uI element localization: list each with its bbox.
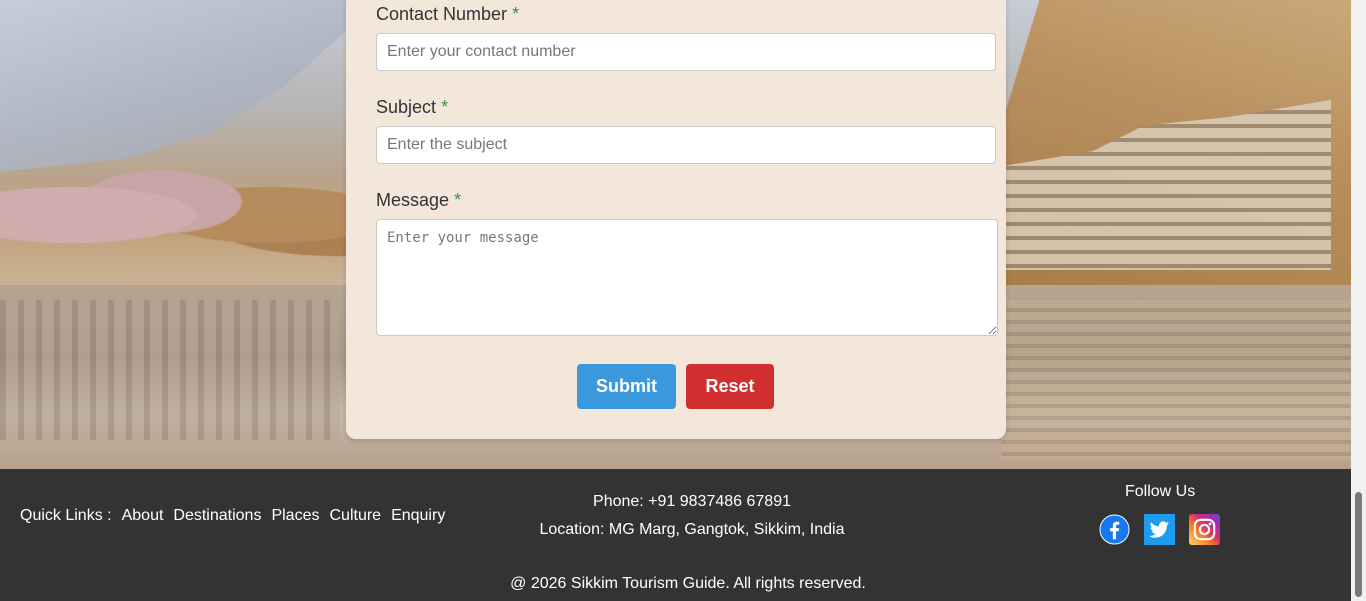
instagram-icon[interactable] xyxy=(1189,514,1220,545)
message-label-text: Message xyxy=(376,190,450,210)
required-asterisk: * xyxy=(441,97,449,117)
page-scrollbar[interactable] xyxy=(1351,0,1366,601)
reflection-right xyxy=(1001,300,1351,460)
facebook-icon[interactable] xyxy=(1099,514,1130,545)
required-asterisk: * xyxy=(454,190,462,210)
enquiry-form: Contact Number * Subject * Message * Sub… xyxy=(346,0,1006,439)
required-asterisk: * xyxy=(512,4,520,24)
submit-button[interactable]: Submit xyxy=(577,364,676,409)
follow-us-label: Follow Us xyxy=(1125,483,1196,500)
twitter-icon[interactable] xyxy=(1144,514,1175,545)
scrollbar-thumb[interactable] xyxy=(1355,492,1362,597)
blossom-trees xyxy=(0,150,360,280)
subject-label-text: Subject xyxy=(376,97,437,117)
contact-number-label-text: Contact Number xyxy=(376,4,508,24)
contact-number-label: Contact Number * xyxy=(376,4,519,25)
reset-button[interactable]: Reset xyxy=(686,364,774,409)
message-textarea[interactable] xyxy=(376,219,998,336)
reflection-left xyxy=(0,300,340,440)
copyright-text: @ 2026 Sikkim Tourism Guide. All rights … xyxy=(510,575,866,592)
site-footer: Quick Links : About Destinations Places … xyxy=(0,469,1351,601)
subject-label: Subject * xyxy=(376,97,448,118)
subject-input[interactable] xyxy=(376,126,996,164)
message-label: Message * xyxy=(376,190,461,211)
contact-number-input[interactable] xyxy=(376,33,996,71)
